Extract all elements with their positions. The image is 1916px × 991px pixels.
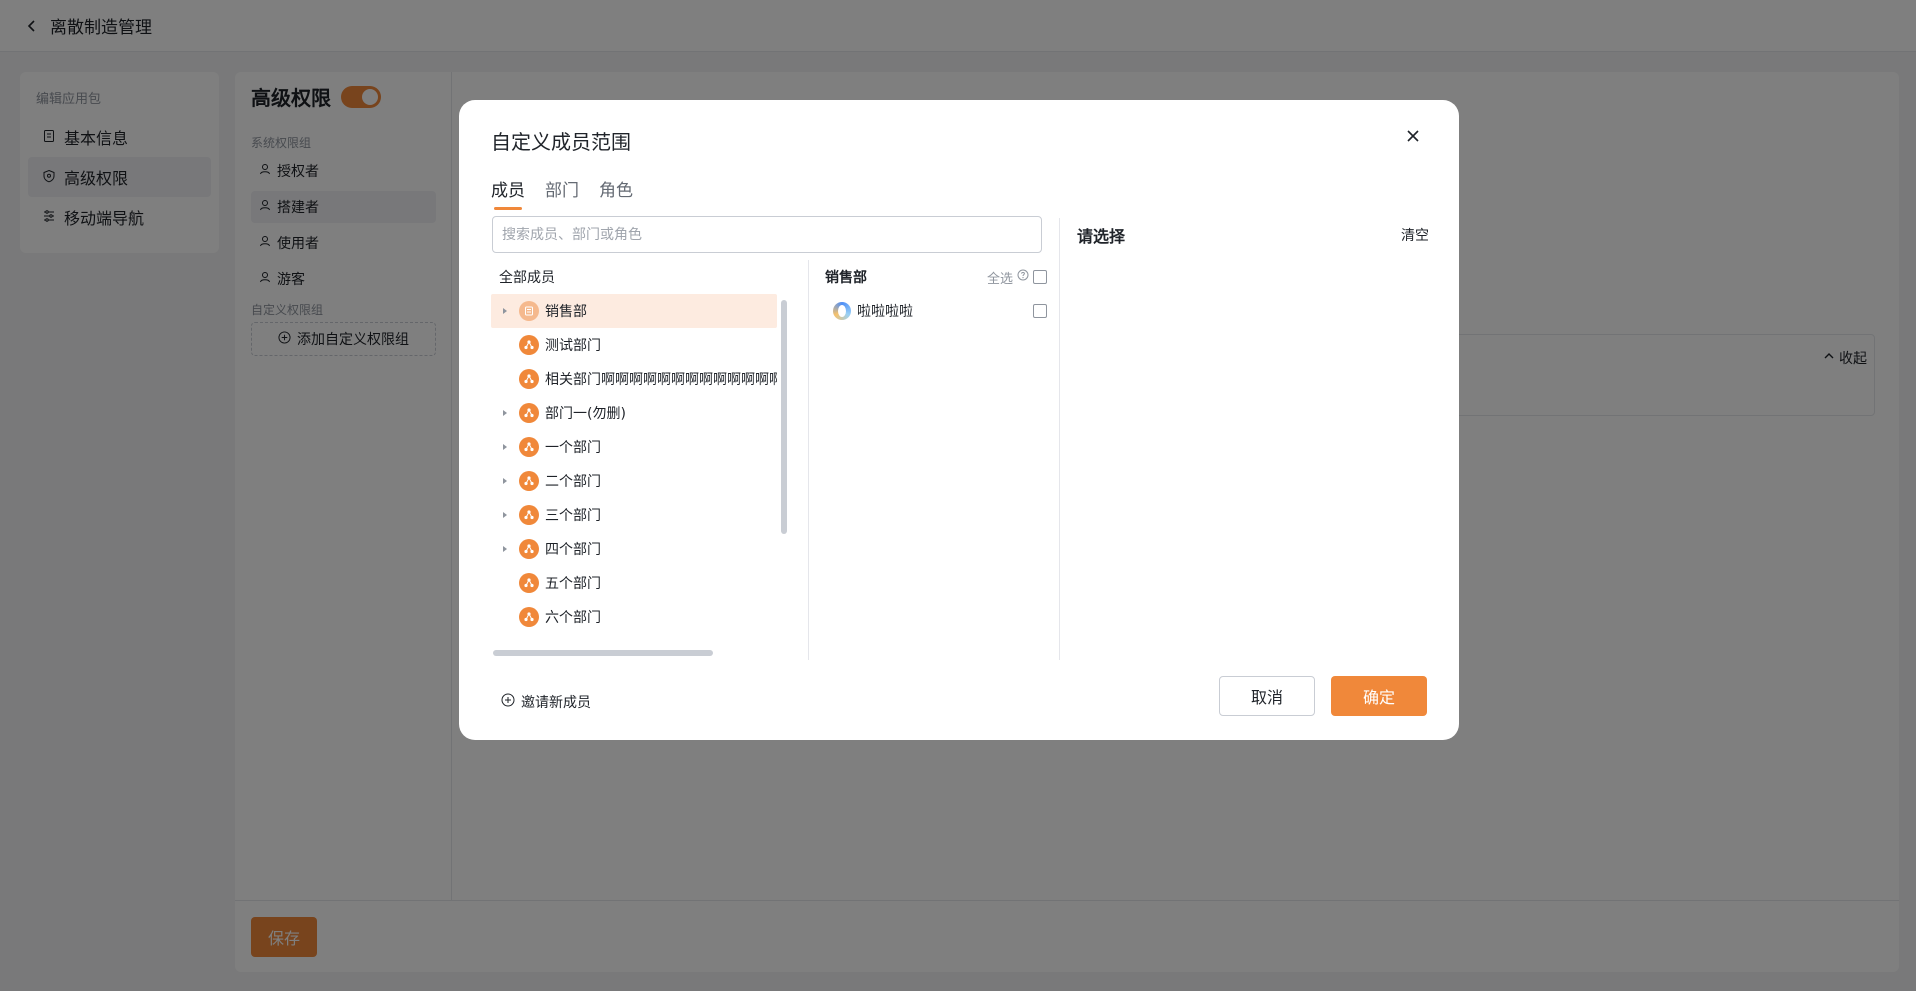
tree-node-label: 四个部门 — [545, 542, 601, 558]
selected-panel-header: 请选择 清空 — [1077, 220, 1429, 250]
tree-node-label: 测试部门 — [545, 338, 601, 354]
department-icon — [519, 403, 539, 423]
caret-right-icon[interactable] — [491, 307, 519, 315]
tree-node[interactable]: 三个部门 — [491, 498, 777, 532]
tree-node[interactable]: 五个部门 — [491, 566, 777, 600]
department-icon — [519, 335, 539, 355]
clear-button[interactable]: 清空 — [1401, 225, 1429, 245]
custom-member-scope-dialog: 自定义成员范围 成员 部门 角色 全部成员 销售部测试部门相关部门啊啊啊啊啊啊啊… — [459, 100, 1459, 740]
member-name: 啦啦啦啦 — [857, 304, 913, 320]
department-icon — [519, 539, 539, 559]
tab-departments[interactable]: 部门 — [545, 176, 579, 210]
tree-node[interactable]: 相关部门啊啊啊啊啊啊啊啊啊啊啊啊啊1 — [491, 362, 777, 396]
department-icon — [519, 369, 539, 389]
tree-node[interactable]: 销售部 — [491, 294, 777, 328]
tree-node-label: 五个部门 — [545, 576, 601, 592]
caret-right-icon[interactable] — [491, 409, 519, 417]
tree-node-label: 一个部门 — [545, 440, 601, 456]
divider — [808, 260, 809, 660]
all-members-node[interactable]: 全部成员 — [491, 260, 791, 294]
vertical-scrollbar[interactable] — [781, 300, 787, 534]
department-icon — [519, 471, 539, 491]
tree-node[interactable]: 部门一(勿删) — [491, 396, 777, 430]
divider — [1059, 218, 1060, 660]
tree-node[interactable]: 一个部门 — [491, 430, 777, 464]
selected-title: 请选择 — [1077, 227, 1126, 246]
select-all-checkbox[interactable] — [1033, 270, 1047, 284]
tab-roles[interactable]: 角色 — [599, 176, 633, 210]
member-list-header: 销售部 全选 — [825, 260, 1047, 294]
tree-node-label: 部门一(勿删) — [545, 406, 626, 422]
department-icon — [519, 573, 539, 593]
department-tree: 全部成员 销售部测试部门相关部门啊啊啊啊啊啊啊啊啊啊啊啊啊1 部门一(勿删) 一个部… — [491, 260, 791, 660]
list-icon — [519, 301, 539, 321]
caret-right-icon[interactable] — [491, 477, 519, 485]
caret-right-icon[interactable] — [491, 545, 519, 553]
tree-node-label: 三个部门 — [545, 508, 601, 524]
tab-members[interactable]: 成员 — [491, 176, 525, 210]
tree-node-label: 相关部门啊啊啊啊啊啊啊啊啊啊啊啊啊1 — [545, 372, 777, 388]
tree-node-label: 六个部门 — [545, 610, 601, 626]
caret-right-icon[interactable] — [491, 511, 519, 519]
select-all-label: 全选 — [986, 271, 1013, 287]
invite-member-button[interactable]: 邀请新成员 — [501, 692, 591, 712]
confirm-button[interactable]: 确定 — [1331, 676, 1427, 716]
department-icon — [519, 437, 539, 457]
horizontal-scrollbar[interactable] — [493, 650, 713, 656]
caret-right-icon[interactable] — [491, 443, 519, 451]
tree-node[interactable]: 六个部门 — [491, 600, 777, 634]
select-all[interactable]: 全选 — [987, 268, 1047, 287]
cancel-button[interactable]: 取消 — [1219, 676, 1315, 716]
plus-circle-icon — [501, 693, 515, 711]
member-list: 销售部 全选 啦啦啦啦 — [825, 260, 1047, 328]
search-input[interactable] — [492, 216, 1042, 253]
help-icon[interactable] — [1017, 269, 1029, 285]
invite-label: 邀请新成员 — [521, 695, 591, 711]
dialog-title: 自定义成员范围 — [491, 130, 631, 154]
department-icon — [519, 505, 539, 525]
current-department: 销售部 — [825, 270, 867, 286]
tree-node-label: 销售部 — [545, 304, 587, 320]
tree-node[interactable]: 四个部门 — [491, 532, 777, 566]
member-item[interactable]: 啦啦啦啦 — [825, 294, 1047, 328]
tree-node[interactable]: 测试部门 — [491, 328, 777, 362]
avatar — [833, 302, 851, 320]
member-checkbox[interactable] — [1033, 304, 1047, 318]
department-icon — [519, 607, 539, 627]
close-icon[interactable] — [1401, 124, 1425, 148]
tree-node-label: 二个部门 — [545, 474, 601, 490]
tree-node[interactable]: 二个部门 — [491, 464, 777, 498]
tab-bar: 成员 部门 角色 — [491, 176, 633, 210]
